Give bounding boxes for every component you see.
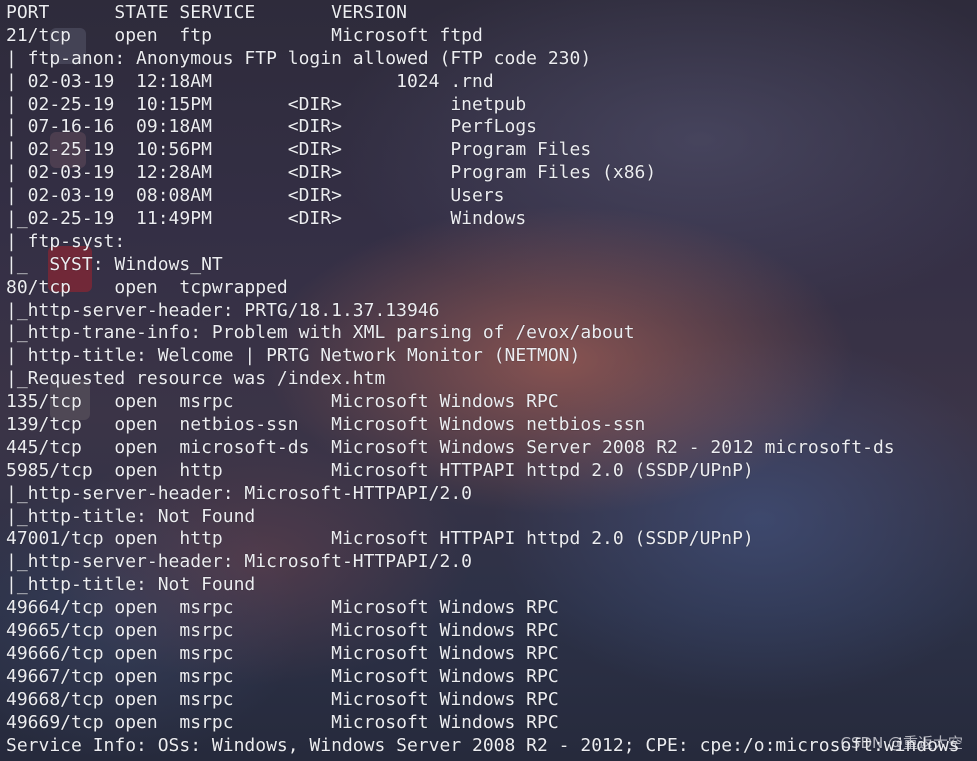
terminal-line: | 02-03-19 12:28AM <DIR> Program Files (… <box>6 162 657 184</box>
terminal-line: 49669/tcp open msrpc Microsoft Windows R… <box>6 711 559 733</box>
terminal-line: | 02-03-19 12:18AM 1024 .rnd <box>6 70 494 92</box>
terminal-line: |_http-title: Not Found <box>6 505 256 527</box>
terminal-line: 49665/tcp open msrpc Microsoft Windows R… <box>6 620 559 642</box>
terminal-line: Service Info: OSs: Windows, Windows Serv… <box>6 734 960 756</box>
terminal-line: | ftp-anon: Anonymous FTP login allowed … <box>6 47 592 69</box>
terminal-line: 47001/tcp open http Microsoft HTTPAPI ht… <box>6 528 754 550</box>
watermark: CSDN @重返太空 <box>840 734 963 752</box>
terminal-line: 49667/tcp open msrpc Microsoft Windows R… <box>6 665 559 687</box>
terminal-line: |_http-trane-info: Problem with XML pars… <box>6 322 635 344</box>
terminal-line: | 02-03-19 08:08AM <DIR> Users <box>6 185 505 207</box>
terminal-line: |_02-25-19 11:49PM <DIR> Windows <box>6 208 527 230</box>
terminal-line: | http-title: Welcome | PRTG Network Mon… <box>6 345 581 367</box>
terminal-output[interactable]: PORT STATE SERVICE VERSION 21/tcp open f… <box>6 2 977 761</box>
terminal-line: 5985/tcp open http Microsoft HTTPAPI htt… <box>6 459 754 481</box>
terminal-line: |_Requested resource was /index.htm <box>6 368 386 390</box>
terminal-line: 49668/tcp open msrpc Microsoft Windows R… <box>6 688 559 710</box>
terminal-line: |_ SYST: Windows_NT <box>6 253 223 275</box>
terminal-line: | ftp-syst: <box>6 230 126 252</box>
terminal-line: |_http-server-header: Microsoft-HTTPAPI/… <box>6 482 472 504</box>
terminal-line: |_http-title: Not Found <box>6 574 256 596</box>
terminal-line: 49664/tcp open msrpc Microsoft Windows R… <box>6 597 559 619</box>
terminal-line: | 02-25-19 10:56PM <DIR> Program Files <box>6 139 592 161</box>
terminal-line: PORT STATE SERVICE VERSION <box>6 2 407 23</box>
terminal-line: 445/tcp open microsoft-ds Microsoft Wind… <box>6 436 895 458</box>
terminal-line: |_http-server-header: PRTG/18.1.37.13946 <box>6 299 440 321</box>
terminal-line: 49666/tcp open msrpc Microsoft Windows R… <box>6 642 559 664</box>
terminal-line: 135/tcp open msrpc Microsoft Windows RPC <box>6 391 559 413</box>
terminal-line: | 02-25-19 10:15PM <DIR> inetpub <box>6 93 527 115</box>
terminal-line: 21/tcp open ftp Microsoft ftpd <box>6 24 483 46</box>
terminal-line: 80/tcp open tcpwrapped <box>6 276 288 298</box>
terminal-line: 139/tcp open netbios-ssn Microsoft Windo… <box>6 414 646 436</box>
terminal-line: | 07-16-16 09:18AM <DIR> PerfLogs <box>6 116 538 138</box>
terminal-line: |_http-server-header: Microsoft-HTTPAPI/… <box>6 551 472 573</box>
